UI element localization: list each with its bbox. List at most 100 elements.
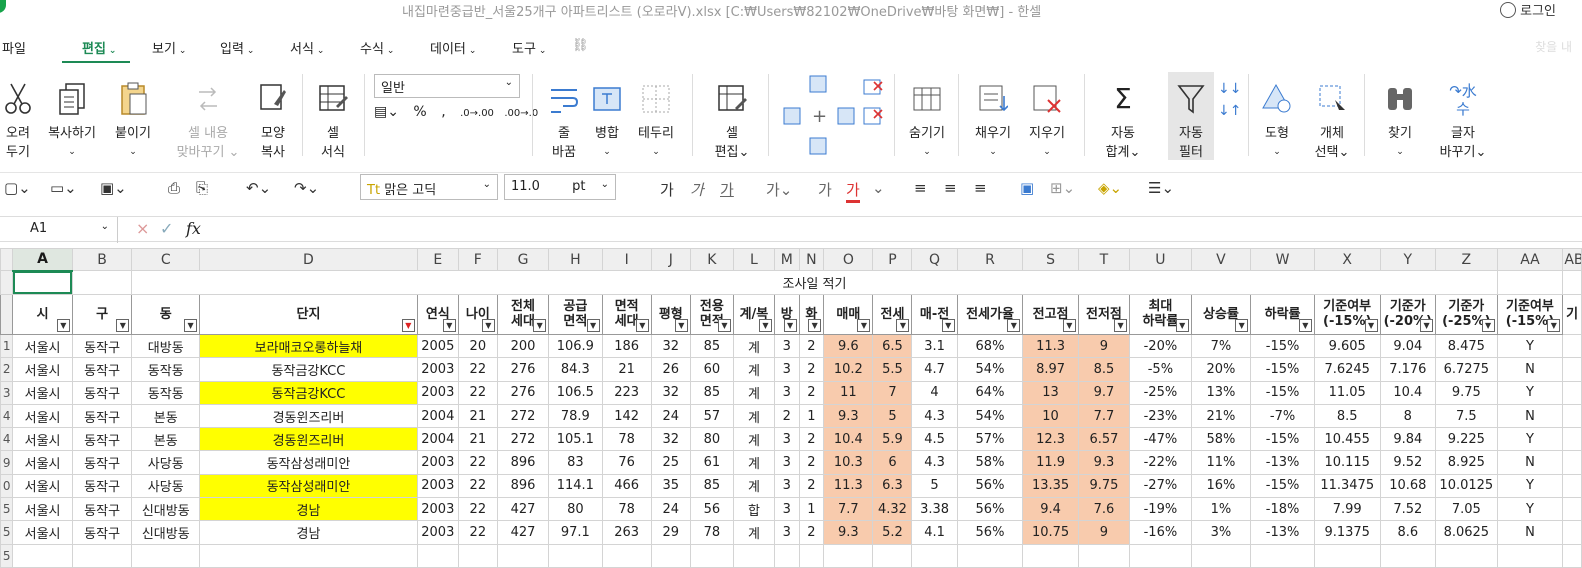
row-header[interactable]: 3	[0, 380, 14, 405]
cell[interactable]: 서울시	[12, 427, 73, 452]
header-cell[interactable]: 연식 ▼	[416, 293, 459, 336]
cell[interactable]: 9.84	[1379, 427, 1437, 452]
cell[interactable]: 60	[689, 357, 734, 382]
confirm-icon[interactable]: ✓	[160, 219, 173, 238]
cell[interactable]: 10.455	[1313, 427, 1381, 452]
cell[interactable]: 사당동	[131, 473, 201, 499]
font-size-select[interactable]: 11.0 pt ⌄	[504, 174, 616, 200]
cell[interactable]: 2003	[416, 357, 459, 382]
cell[interactable]: 보라매코오롱하늘채	[199, 334, 418, 359]
cell[interactable]: 6.57	[1077, 427, 1131, 452]
cell[interactable]	[601, 543, 652, 568]
cell[interactable]: 9.1375	[1313, 520, 1381, 545]
cell[interactable]: 6.7275	[1435, 357, 1498, 382]
cell[interactable]: -15%	[1250, 427, 1315, 452]
header-cell[interactable]: 시 ▼	[12, 293, 73, 336]
column-header[interactable]: W	[1250, 247, 1315, 272]
header-cell[interactable]: 하락률 ▼	[1250, 293, 1315, 336]
cell[interactable]: 7.7	[1077, 403, 1131, 429]
header-cell[interactable]: 최대 하락률 ▼	[1129, 293, 1192, 336]
column-header[interactable]: G	[496, 247, 550, 272]
header-cell[interactable]: 기준여부 (-15%) ▼	[1496, 293, 1564, 336]
cell[interactable]: 5.2	[872, 520, 913, 545]
cell[interactable]: 276	[496, 380, 550, 405]
header-cell[interactable]: 단지 ▼	[199, 293, 418, 336]
cell[interactable]: 8.97	[1022, 357, 1079, 382]
filter-dropdown-icon[interactable]: ▼	[857, 319, 871, 333]
cell[interactable]: 동작구	[71, 380, 133, 405]
cell[interactable]: 85	[689, 380, 734, 405]
cell[interactable]: 9.3	[1077, 450, 1131, 475]
header-cell[interactable]: 전체 세대 ▼	[496, 293, 550, 336]
column-header[interactable]: N	[798, 247, 825, 272]
menu-7[interactable]: 도구 ⌄	[512, 38, 546, 57]
cell[interactable]: 3	[773, 380, 800, 405]
header-cell[interactable]: 상승률 ▼	[1190, 293, 1252, 336]
cell[interactable]: 3	[773, 473, 800, 499]
cell[interactable]: 8	[1379, 403, 1437, 429]
cell[interactable]: 4.3	[911, 450, 958, 475]
cell[interactable]: -23%	[1129, 403, 1192, 429]
cell[interactable]: 동작금강KCC	[199, 357, 418, 382]
cell[interactable]	[650, 543, 691, 568]
cell[interactable]: 85	[689, 473, 734, 499]
cell[interactable]: 58%	[1190, 427, 1252, 452]
cell[interactable]: N	[1496, 403, 1564, 429]
header-cell[interactable]: 기준가 (-25%) ▼	[1435, 293, 1498, 336]
filter-dropdown-icon[interactable]: ▼	[1298, 319, 1312, 333]
cell[interactable]: Y	[1496, 473, 1564, 499]
header-cell[interactable]: 구 ▼	[71, 293, 133, 336]
cell[interactable]: 7	[872, 380, 913, 405]
cell[interactable]: 3	[773, 357, 800, 382]
cell[interactable]	[1562, 543, 1582, 568]
header-cell[interactable]: 매-전 ▼	[911, 293, 958, 336]
cell[interactable]: 계	[732, 427, 775, 452]
filter-dropdown-icon[interactable]: ▼	[717, 319, 731, 333]
cell[interactable]: 2	[798, 473, 825, 499]
column-header[interactable]: J	[650, 247, 691, 272]
filter-dropdown-icon[interactable]: ▼	[481, 319, 495, 333]
cell[interactable]: 56%	[956, 520, 1024, 545]
column-header[interactable]: T	[1077, 247, 1131, 272]
cell[interactable]: -5%	[1129, 357, 1192, 382]
cell[interactable]	[496, 543, 550, 568]
cell[interactable]: 동작구	[71, 427, 133, 452]
cell[interactable]	[457, 543, 498, 568]
cell[interactable]: 2003	[416, 380, 459, 405]
cell[interactable]: 13	[1022, 380, 1079, 405]
shape-button[interactable]: 도형 ⌄	[1256, 76, 1298, 162]
cell[interactable]: 8.5	[1077, 357, 1131, 382]
cell[interactable]	[1562, 450, 1582, 475]
copy-button[interactable]: 복사하기 ⌄	[44, 76, 100, 162]
cell[interactable]: 2	[798, 427, 825, 452]
cell[interactable]: 11.05	[1313, 380, 1381, 405]
cell[interactable]: 계	[732, 473, 775, 499]
cut-button[interactable]: 오려 두기	[0, 76, 36, 162]
login-button[interactable]: 로그인	[1500, 0, 1556, 19]
comma-button[interactable]: ,	[441, 104, 445, 120]
cell[interactable]: 9.04	[1379, 334, 1437, 359]
cell[interactable]: 동작구	[71, 520, 133, 545]
cell[interactable]: 68%	[956, 334, 1024, 359]
cell[interactable]: 21	[601, 357, 652, 382]
row-header[interactable]: 0	[0, 473, 14, 499]
column-header[interactable]: K	[689, 247, 734, 272]
cell[interactable]: 2003	[416, 497, 459, 522]
column-header[interactable]: F	[457, 247, 498, 272]
cell[interactable]: -19%	[1129, 497, 1192, 522]
cell[interactable]: 4.32	[872, 497, 913, 522]
cell[interactable]: 경남	[199, 497, 418, 522]
header-cell[interactable]: 방 ▼	[773, 293, 800, 336]
cell[interactable]: 78	[601, 497, 652, 522]
column-header[interactable]: V	[1190, 247, 1252, 272]
cell[interactable]: 5	[911, 473, 958, 499]
cell[interactable]	[911, 543, 958, 568]
cell[interactable]	[872, 543, 913, 568]
cell[interactable]: 22	[457, 473, 498, 499]
sort-asc-icon[interactable]: ↓↓	[1218, 78, 1241, 100]
filter-dropdown-icon[interactable]: ▼	[674, 319, 688, 333]
cell[interactable]: 56%	[956, 473, 1024, 499]
menu-1[interactable]: 편집 ⌄	[82, 38, 116, 57]
menu-6[interactable]: 데이터 ⌄	[430, 38, 476, 57]
column-header[interactable]: M	[773, 247, 800, 272]
